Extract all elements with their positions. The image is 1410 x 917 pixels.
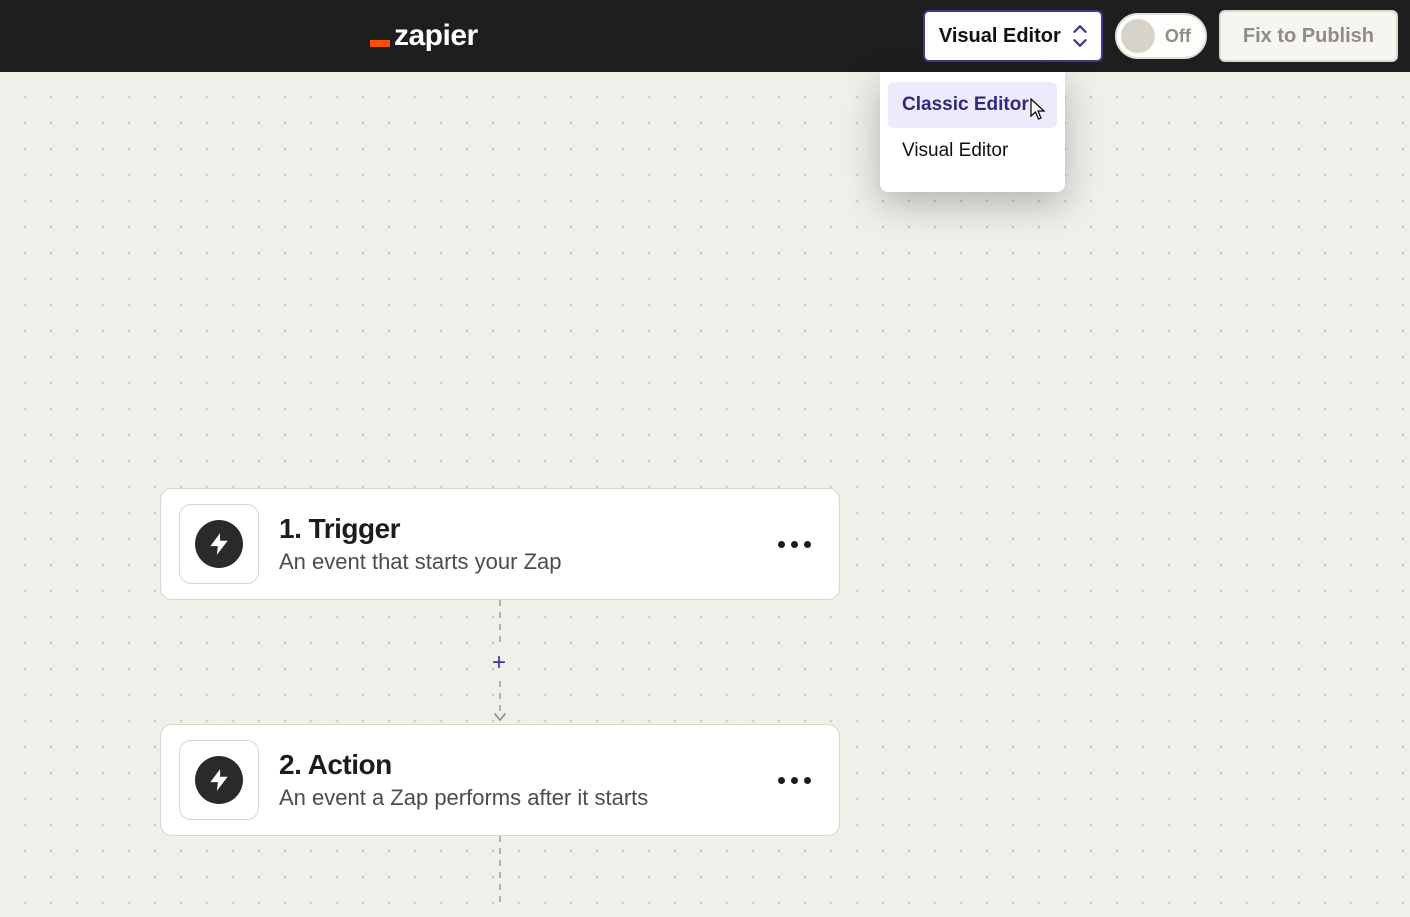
step-icon-placeholder <box>179 740 259 820</box>
editor-mode-dropdown: Classic Editor Visual Editor <box>880 72 1065 192</box>
step-text: 1. Trigger An event that starts your Zap <box>279 513 768 575</box>
zapier-logo: zapier <box>370 19 478 53</box>
dropdown-item-label: Classic Editor <box>902 94 1029 115</box>
publish-button-label: Fix to Publish <box>1243 25 1374 48</box>
dots-icon <box>778 541 785 548</box>
step-connector <box>499 836 501 906</box>
app-header: zapier Visual Editor Off Fix to Publish <box>0 0 1410 72</box>
step-title: 1. Trigger <box>279 513 768 545</box>
logo-text: zapier <box>394 19 478 53</box>
step-more-menu[interactable] <box>768 769 821 792</box>
step-more-menu[interactable] <box>768 533 821 556</box>
step-text: 2. Action An event a Zap performs after … <box>279 749 768 811</box>
dots-icon <box>804 541 811 548</box>
dots-icon <box>778 777 785 784</box>
header-actions: Visual Editor Off Fix to Publish <box>923 10 1398 62</box>
step-connector <box>499 600 501 645</box>
arrow-down-icon <box>493 710 507 724</box>
step-description: An event that starts your Zap <box>279 549 768 575</box>
editor-mode-select[interactable]: Visual Editor <box>923 10 1103 62</box>
logo-underscore <box>370 40 390 47</box>
bolt-icon <box>195 756 243 804</box>
dropdown-item-classic-editor[interactable]: Classic Editor <box>888 82 1057 128</box>
step-connector <box>499 681 501 711</box>
step-card-action[interactable]: 2. Action An event a Zap performs after … <box>160 724 840 836</box>
bolt-icon <box>195 520 243 568</box>
plus-icon: + <box>492 649 506 677</box>
dots-icon <box>791 541 798 548</box>
editor-mode-label: Visual Editor <box>939 25 1061 48</box>
step-title: 2. Action <box>279 749 768 781</box>
add-step-button[interactable]: + <box>485 649 513 677</box>
dropdown-item-visual-editor[interactable]: Visual Editor <box>888 128 1057 174</box>
step-icon-placeholder <box>179 504 259 584</box>
dropdown-item-label: Visual Editor <box>902 140 1008 161</box>
chevron-sort-icon <box>1073 22 1087 50</box>
editor-canvas[interactable]: 1. Trigger An event that starts your Zap… <box>0 72 1410 917</box>
toggle-label: Off <box>1165 26 1191 47</box>
toggle-knob <box>1121 19 1155 53</box>
dots-icon <box>804 777 811 784</box>
zap-status-toggle[interactable]: Off <box>1115 13 1207 59</box>
step-card-trigger[interactable]: 1. Trigger An event that starts your Zap <box>160 488 840 600</box>
step-description: An event a Zap performs after it starts <box>279 785 768 811</box>
publish-button[interactable]: Fix to Publish <box>1219 10 1398 62</box>
dots-icon <box>791 777 798 784</box>
